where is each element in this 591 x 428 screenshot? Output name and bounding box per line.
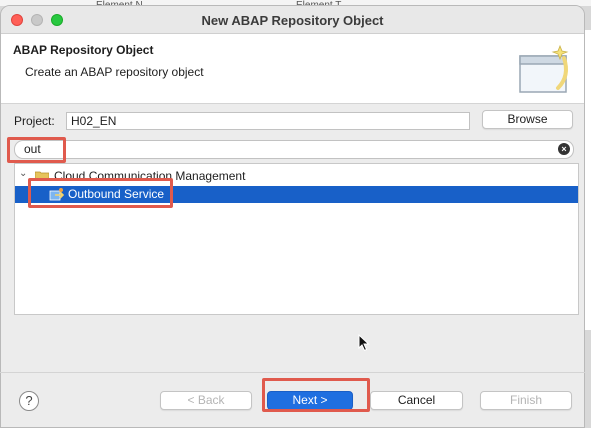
finish-button[interactable]: Finish [480,391,572,410]
background-window-edge [585,30,591,330]
help-icon[interactable]: ? [19,391,39,411]
object-type-tree[interactable]: ⌄ Cloud Communication Management Outboun… [14,163,579,315]
wizard-banner-icon [519,44,569,93]
project-input[interactable]: H02_EN [66,112,470,130]
window-title: New ABAP Repository Object [201,13,384,28]
page-title: ABAP Repository Object [13,43,154,57]
tree-item-cloud-communication-management[interactable]: ⌄ Cloud Communication Management [15,168,578,185]
wizard-header: ABAP Repository Object Create an ABAP re… [1,34,584,104]
page-subtitle: Create an ABAP repository object [25,65,204,79]
mouse-cursor-icon [358,334,370,352]
back-button[interactable]: < Back [160,391,252,410]
clear-icon[interactable]: × [558,143,570,155]
title-bar: New ABAP Repository Object [1,6,584,34]
chevron-down-icon[interactable]: ⌄ [19,168,27,179]
tree-item-label: Outbound Service [68,187,165,201]
footer-divider [0,372,585,373]
filter-input[interactable]: out [14,140,574,159]
browse-button[interactable]: Browse [482,110,573,129]
tree-item-outbound-service[interactable]: Outbound Service [15,186,578,203]
project-label: Project: [14,114,55,128]
next-button[interactable]: Next > [267,391,353,410]
folder-icon [35,171,49,181]
outbound-service-icon [49,188,65,201]
tree-item-label: Cloud Communication Management [54,169,246,183]
cancel-button[interactable]: Cancel [370,391,463,410]
